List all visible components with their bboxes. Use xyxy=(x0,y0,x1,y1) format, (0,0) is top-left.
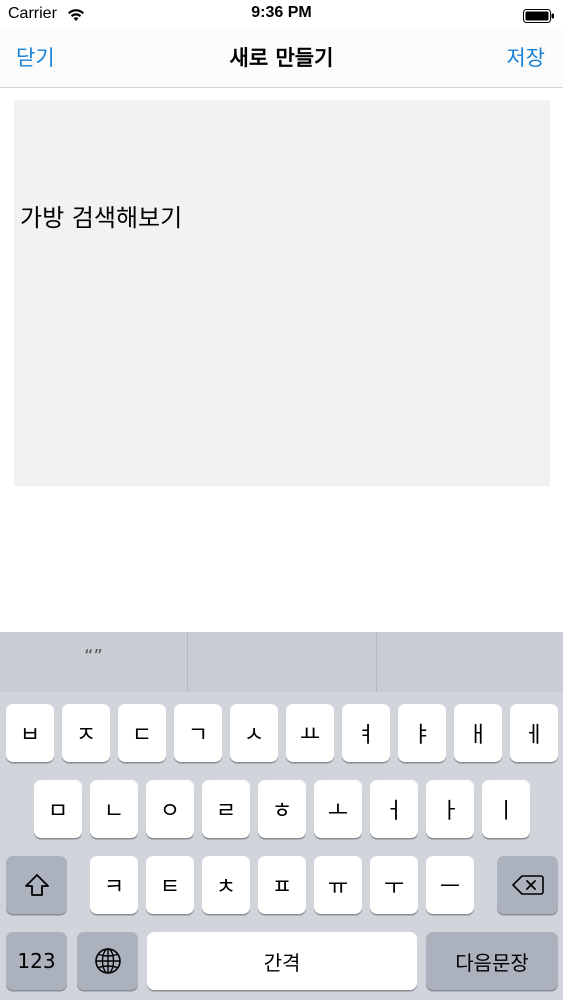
battery-icon xyxy=(523,8,555,23)
numbers-key[interactable]: 123 xyxy=(6,932,67,990)
memo-text-area[interactable]: 가방 검색해보기 xyxy=(14,100,550,486)
key-label: ㅓ xyxy=(383,799,405,824)
key-label: ㅗ xyxy=(327,799,349,824)
suggestion-bar: “” xyxy=(0,632,563,692)
key-label: ㅛ xyxy=(299,723,321,748)
key-row3-6[interactable]: ㅜ xyxy=(370,856,418,914)
key-row2-9[interactable]: ㅣ xyxy=(482,780,530,838)
key-label: ㅇ xyxy=(159,799,181,824)
key-label: ㄷ xyxy=(131,723,153,748)
key-label: ㅌ xyxy=(159,875,181,900)
key-row2-3[interactable]: ㅇ xyxy=(146,780,194,838)
key-label: 다음문장 xyxy=(455,950,529,975)
key-label: ㅜ xyxy=(383,875,405,900)
key-row2-2[interactable]: ㄴ xyxy=(90,780,138,838)
suggestion-item[interactable]: “” xyxy=(0,632,187,692)
key-row3-7[interactable]: ㅡ xyxy=(426,856,474,914)
key-label: ㅎ xyxy=(271,799,293,824)
return-key[interactable]: 다음문장 xyxy=(426,932,558,990)
delete-key[interactable] xyxy=(497,856,558,914)
globe-icon xyxy=(94,947,122,975)
key-label: ㅏ xyxy=(439,799,461,824)
delete-icon xyxy=(511,874,544,896)
key-row3-5[interactable]: ㅠ xyxy=(314,856,362,914)
key-label: ㅈ xyxy=(75,723,97,748)
key-row3-3[interactable]: ㅊ xyxy=(202,856,250,914)
shift-icon xyxy=(24,873,50,897)
key-row2-6[interactable]: ㅗ xyxy=(314,780,362,838)
key-label: ㅕ xyxy=(355,723,377,748)
key-row1-10[interactable]: ㅔ xyxy=(510,704,558,762)
space-key[interactable]: 간격 xyxy=(147,932,417,990)
globe-key[interactable] xyxy=(77,932,138,990)
key-label: ㅡ xyxy=(439,875,461,900)
key-label: ㅊ xyxy=(215,875,237,900)
key-label: ㅍ xyxy=(271,875,293,900)
key-row2-5[interactable]: ㅎ xyxy=(258,780,306,838)
key-row1-5[interactable]: ㅅ xyxy=(230,704,278,762)
key-label: ㅁ xyxy=(47,799,69,824)
key-row3-2[interactable]: ㅌ xyxy=(146,856,194,914)
key-row1-6[interactable]: ㅛ xyxy=(286,704,334,762)
key-row1-2[interactable]: ㅈ xyxy=(62,704,110,762)
suggestion-label: “” xyxy=(84,646,103,667)
key-label: 간격 xyxy=(263,950,301,975)
navigation-bar: 닫기 새로 만들기 저장 xyxy=(0,30,563,88)
key-label: ㅂ xyxy=(19,723,41,748)
key-label: ㄱ xyxy=(187,723,209,748)
key-row2-4[interactable]: ㄹ xyxy=(202,780,250,838)
key-label: 123 xyxy=(17,949,56,973)
key-row1-3[interactable]: ㄷ xyxy=(118,704,166,762)
key-row1-1[interactable]: ㅂ xyxy=(6,704,54,762)
key-row1-8[interactable]: ㅑ xyxy=(398,704,446,762)
key-row3-4[interactable]: ㅍ xyxy=(258,856,306,914)
key-label: ㅐ xyxy=(467,723,489,748)
page-title: 새로 만들기 xyxy=(229,46,334,70)
key-label: ㅅ xyxy=(243,723,265,748)
memo-text: 가방 검색해보기 xyxy=(20,204,183,232)
status-bar: Carrier 9:36 PM xyxy=(0,0,563,30)
suggestion-item[interactable] xyxy=(377,632,563,692)
key-label: ㅣ xyxy=(495,799,517,824)
key-row3-1[interactable]: ㅋ xyxy=(90,856,138,914)
key-row2-8[interactable]: ㅏ xyxy=(426,780,474,838)
shift-key[interactable] xyxy=(6,856,67,914)
key-label: ㅑ xyxy=(411,723,433,748)
key-row1-4[interactable]: ㄱ xyxy=(174,704,222,762)
key-label: ㅋ xyxy=(103,875,125,900)
key-row2-7[interactable]: ㅓ xyxy=(370,780,418,838)
save-button[interactable]: 저장 xyxy=(506,42,545,72)
key-label: ㄹ xyxy=(215,799,237,824)
keyboard: “” ㅂ ㅈ ㄷ ㄱ ㅅ ㅛ ㅕ ㅑ ㅐ ㅔ ㅁ ㄴ ㅇ ㄹ ㅎ ㅗ ㅓ ㅏ ㅣ… xyxy=(0,632,563,1000)
key-row2-1[interactable]: ㅁ xyxy=(34,780,82,838)
suggestion-item[interactable] xyxy=(188,632,376,692)
key-label: ㅔ xyxy=(523,723,545,748)
key-row1-7[interactable]: ㅕ xyxy=(342,704,390,762)
key-label: ㅠ xyxy=(327,875,349,900)
key-label: ㄴ xyxy=(103,799,125,824)
key-row1-9[interactable]: ㅐ xyxy=(454,704,502,762)
status-time: 9:36 PM xyxy=(251,4,312,21)
